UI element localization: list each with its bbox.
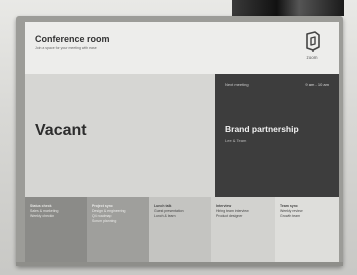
schedule-item[interactable]: Interview Hiring team interview Product …	[211, 197, 275, 262]
room-description: Join a space for your meeting with ease	[35, 46, 97, 50]
device-bottom-edge	[16, 262, 343, 266]
schedule-item-line: Lunch & learn	[154, 214, 176, 218]
schedule-item-line: Product designer	[216, 214, 243, 218]
schedule-item-line: Growth team	[280, 214, 301, 218]
schedule-item[interactable]: Status check Sales & marketing Weekly ch…	[25, 197, 87, 262]
next-meeting-title: Brand partnership	[225, 124, 299, 134]
next-meeting-label: Next meeting	[225, 82, 249, 87]
background-object	[232, 0, 344, 16]
next-meeting-panel[interactable]: Next meeting 9 am - 10 am Brand partners…	[215, 74, 339, 197]
schedule-item-line: Weekly checkin	[30, 214, 55, 218]
schedule-strip: Status check Sales & marketing Weekly ch…	[25, 197, 339, 262]
schedule-item[interactable]: Lunch talk Guest presentation Lunch & le…	[149, 197, 211, 262]
room-display-screen: Conference room Join a space for your me…	[25, 22, 339, 262]
room-status: Vacant	[35, 122, 87, 139]
next-meeting-time: 9 am - 10 am	[305, 82, 329, 87]
schedule-item-line: Scrum planning	[92, 219, 117, 223]
schedule-item[interactable]: Project sync Design & engineering Q4 roa…	[87, 197, 149, 262]
logo-text: zoom	[306, 55, 318, 60]
room-name: Conference room	[35, 34, 110, 44]
header: Conference room Join a space for your me…	[25, 22, 339, 74]
rooms-logo-icon	[306, 31, 320, 52]
next-meeting-host: Lee & Team	[225, 138, 247, 143]
schedule-item[interactable]: Team sync Weekly review Growth team	[275, 197, 339, 262]
room-status-panel: Vacant	[25, 74, 215, 197]
zoom-logo: zoom	[299, 30, 325, 64]
